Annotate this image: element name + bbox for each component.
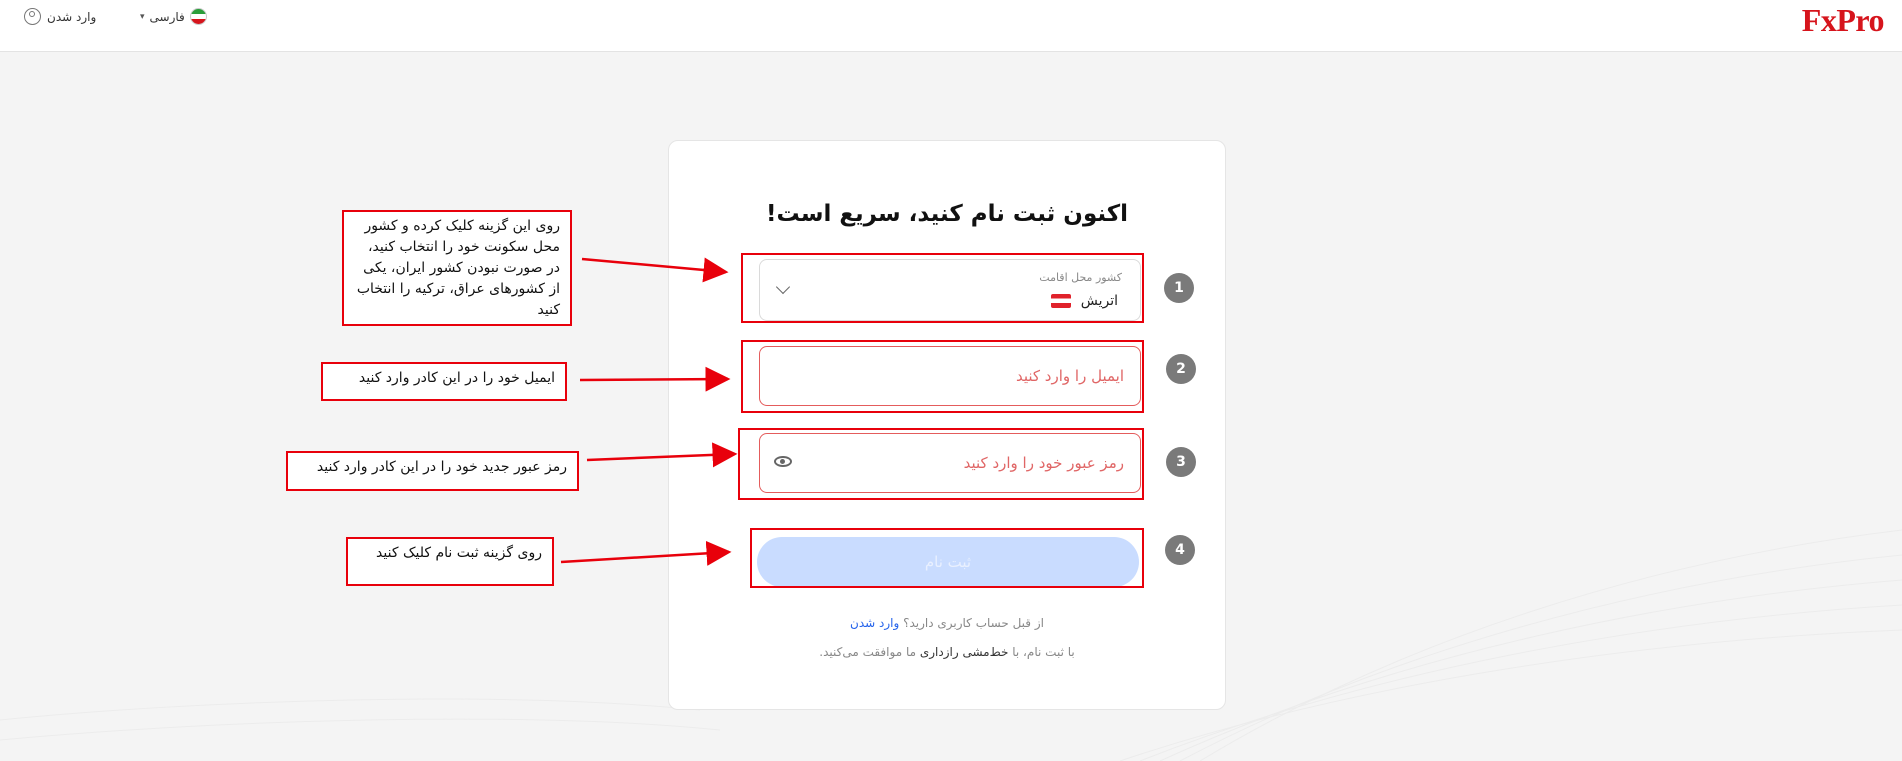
annotation-box-email (741, 340, 1144, 413)
annotation-box-password (738, 428, 1144, 500)
step-badge: 2 (1166, 354, 1196, 384)
step-badge: 1 (1164, 273, 1194, 303)
login-link[interactable]: وارد شدن (850, 616, 899, 630)
annotation-callout: رمز عبور جدید خود را در این کادر وارد کن… (286, 451, 579, 491)
page-title: اکنون ثبت نام کنید، سریع است! (765, 201, 1129, 227)
annotation-callout: روی گزینه ثبت نام کلیک کنید (346, 537, 554, 586)
have-account-text: از قبل حساب کاربری دارید؟ (903, 616, 1044, 630)
step-badge: 3 (1166, 447, 1196, 477)
registration-card: اکنون ثبت نام کنید، سریع است! کشور محل ا… (668, 140, 1226, 710)
header-login-link[interactable]: وارد شدن (24, 8, 96, 25)
language-label: فارسی (149, 9, 185, 24)
privacy-policy-link[interactable]: خط‌مشی رازداری (920, 645, 1009, 659)
iran-flag-icon (189, 8, 207, 25)
fxpro-logo[interactable]: FxPro (1802, 2, 1885, 39)
language-selector[interactable]: ▾ فارسی (140, 8, 207, 25)
have-account-line: از قبل حساب کاربری دارید؟ وارد شدن (669, 616, 1225, 630)
step-badge: 4 (1165, 535, 1195, 565)
header-login-label: وارد شدن (47, 9, 97, 24)
annotation-box-country (741, 253, 1144, 323)
annotation-callout: روی این گزینه کلیک کرده و کشور محل سکونت… (342, 210, 572, 326)
terms-suffix: ما موافقت می‌کنید. (819, 645, 917, 659)
terms-prefix: با ثبت نام، با (1012, 645, 1075, 659)
annotation-box-submit (750, 528, 1144, 588)
top-bar: FxPro وارد شدن ▾ فارسی (0, 0, 1902, 52)
user-icon (24, 8, 41, 25)
annotation-callout: ایمیل خود را در این کادر وارد کنید (321, 362, 567, 401)
chevron-down-icon: ▾ (140, 11, 145, 22)
terms-line: با ثبت نام، با خط‌مشی رازداری ما موافقت … (669, 645, 1225, 659)
